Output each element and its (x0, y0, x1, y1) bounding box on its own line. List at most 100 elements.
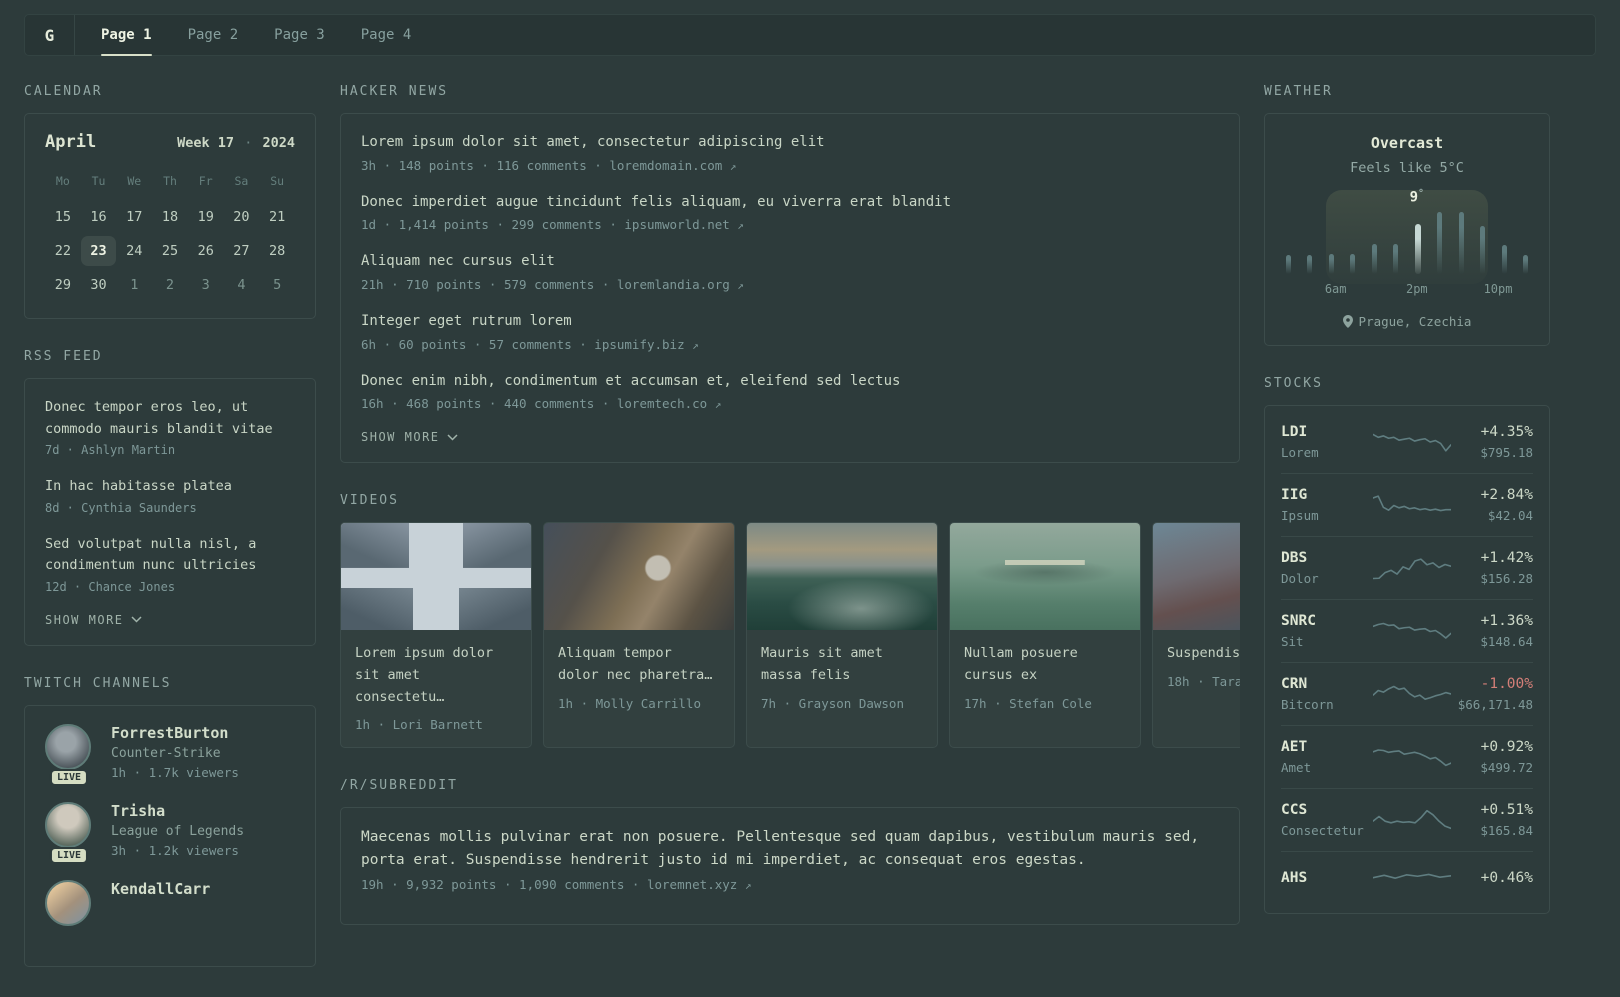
weather-condition: Overcast (1370, 134, 1444, 152)
twitch-channel-info: KendallCarr (111, 880, 210, 926)
hn-item-domain-link[interactable]: loremdomain.com ↗ (609, 158, 736, 173)
twitch-section-title: TWITCH CHANNELS (24, 675, 172, 691)
stocks-card: LDI Lorem +4.35% $795.18 IIG Ipsum +2.84% $4… (1264, 405, 1550, 914)
video-card[interactable]: Lorem ipsum dolor sit amet consectetu… 1… (340, 522, 532, 749)
twitch-channel-row[interactable]: KendallCarr (45, 879, 295, 926)
hn-item-title[interactable]: Integer eget rutrum lorem (361, 311, 1219, 333)
stock-ticker: SNRC (1281, 613, 1316, 629)
video-row: Lorem ipsum dolor sit amet consectetu… 1… (340, 522, 1240, 749)
video-title[interactable]: Aliquam tempor dolor nec pharetra… (558, 643, 720, 686)
video-title[interactable]: Suspendisse diam (1167, 643, 1240, 665)
calendar-week-number: Week 17 (177, 135, 235, 151)
chevron-down-icon (447, 434, 458, 441)
calendar-day-next-month: 5 (273, 277, 282, 293)
external-link-icon: ↗ (692, 338, 699, 352)
video-card[interactable]: Aliquam tempor dolor nec pharetra… 1h · … (543, 522, 735, 749)
video-title[interactable]: Lorem ipsum dolor sit amet consectetu… (355, 643, 517, 708)
twitch-channel-name[interactable]: Trisha (111, 802, 244, 820)
rss-item-title[interactable]: Sed volutpat nulla nisl, a condimentum n… (45, 534, 295, 577)
stock-change: +2.84% (1480, 487, 1533, 503)
stock-change: +1.36% (1480, 613, 1533, 629)
tab-page-4[interactable]: Page 4 (361, 15, 412, 55)
tab-page-1[interactable]: Page 1 (101, 15, 152, 56)
twitch-channel-name[interactable]: KendallCarr (111, 880, 210, 898)
app-logo[interactable]: G (25, 15, 75, 55)
rss-item-title[interactable]: Donec tempor eros leo, ut commodo mauris… (45, 397, 295, 440)
video-card[interactable]: Nullam posuere cursus ex 17h · Stefan Co… (949, 522, 1141, 749)
weather-bar (1393, 244, 1399, 274)
external-link-icon: ↗ (744, 878, 752, 892)
calendar-section-title: CALENDAR (24, 84, 103, 99)
hn-item-meta: 6h · 60 points · 57 comments · ipsumify.… (361, 336, 699, 352)
hn-item-title[interactable]: Donec enim nibh, condimentum et accumsan… (361, 371, 1219, 393)
calendar-day: 15 (54, 209, 71, 225)
middle-column: HACKER NEWS Lorem ipsum dolor sit amet, … (340, 84, 1240, 955)
external-link-icon: ↗ (737, 279, 744, 293)
stock-row[interactable]: DBS Dolor +1.42% $156.28 (1281, 536, 1533, 599)
stock-ticker: CRN (1281, 676, 1308, 692)
hn-item: Aliquam nec cursus elit 21h · 710 points… (361, 251, 1219, 292)
stock-ticker: CCS (1281, 802, 1308, 818)
twitch-avatar-wrap (45, 879, 93, 926)
stock-row[interactable]: AET Amet +0.92% $499.72 (1281, 725, 1533, 788)
stock-row[interactable]: CRN Bitcorn -1.00% $66,171.48 (1281, 662, 1533, 725)
stock-row[interactable]: CCS Consectetur +0.51% $165.84 (1281, 788, 1533, 851)
calendar-card: April Week 17 · 2024 Mo Tu We Th Fr Sa S… (24, 113, 316, 319)
stock-row[interactable]: IIG Ipsum +2.84% $42.04 (1281, 473, 1533, 536)
twitch-channel-row[interactable]: LIVE Trisha League of Legends 3h · 1.2k … (45, 801, 295, 864)
stock-name: Ipsum (1281, 508, 1319, 523)
weather-bar (1286, 255, 1291, 274)
stock-ticker: AET (1281, 739, 1308, 755)
reddit-post: Maecenas mollis pulvinar erat non posuer… (361, 826, 1219, 891)
calendar-day: 30 (90, 277, 107, 293)
video-meta: 18h · Tara (1167, 674, 1240, 690)
video-card[interactable]: Mauris sit amet massa felis 7h · Grayson… (746, 522, 938, 749)
stock-sparkline (1373, 616, 1451, 646)
hn-item-domain-link[interactable]: loremtech.co ↗ (617, 396, 721, 411)
stock-ticker: DBS (1281, 550, 1308, 566)
rss-card: Donec tempor eros leo, ut commodo mauris… (24, 378, 316, 646)
weekday-label: Tu (91, 174, 106, 188)
twitch-channel-name[interactable]: ForrestBurton (111, 724, 239, 742)
stock-change: +4.35% (1480, 424, 1533, 440)
hn-show-more-button[interactable]: SHOW MORE (361, 430, 1219, 444)
hn-item: Integer eget rutrum lorem 6h · 60 points… (361, 311, 1219, 352)
subreddit-section: /R/SUBREDDIT Maecenas mollis pulvinar er… (340, 778, 1240, 925)
calendar-day-selected: 23 (80, 236, 117, 266)
rss-item-title[interactable]: In hac habitasse platea (45, 476, 295, 498)
stock-row[interactable]: SNRC Sit +1.36% $148.64 (1281, 599, 1533, 662)
rss-item: In hac habitasse platea 8d · Cynthia Sau… (45, 476, 295, 515)
reddit-post-domain-link[interactable]: loremnet.xyz ↗ (647, 877, 751, 892)
rss-section-title: RSS FEED (24, 349, 103, 364)
hn-item-title[interactable]: Aliquam nec cursus elit (361, 251, 1219, 273)
twitch-channel-row[interactable]: LIVE ForrestBurton Counter-Strike 1h · 1… (45, 723, 295, 786)
weather-section-title: WEATHER (1264, 84, 1333, 99)
calendar-day: 25 (161, 243, 179, 259)
hn-item-title[interactable]: Donec imperdiet augue tincidunt felis al… (361, 192, 1219, 214)
hn-item-title[interactable]: Lorem ipsum dolor sit amet, consectetur … (361, 132, 1219, 154)
weather-bar (1480, 226, 1486, 274)
hn-item-domain-link[interactable]: ipsumworld.net ↗ (624, 217, 744, 232)
stock-price: $165.84 (1480, 823, 1533, 838)
chevron-down-icon (131, 616, 142, 624)
stocks-section: STOCKS LDI Lorem +4.35% $795.18 IIG Ipsum +… (1264, 376, 1550, 914)
subreddit-card: Maecenas mollis pulvinar erat non posuer… (340, 807, 1240, 925)
stock-row[interactable]: AHS +0.46% (1281, 851, 1533, 908)
rss-show-more-button[interactable]: SHOW MORE (45, 613, 295, 627)
video-title[interactable]: Nullam posuere cursus ex (964, 643, 1126, 686)
hn-item-domain-link[interactable]: loremlandia.org ↗ (617, 277, 744, 292)
tab-page-2[interactable]: Page 2 (188, 15, 239, 55)
hn-item: Donec enim nibh, condimentum et accumsan… (361, 371, 1219, 412)
left-column: CALENDAR April Week 17 · 2024 Mo Tu We T… (24, 84, 316, 997)
video-thumbnail (950, 523, 1140, 631)
reddit-post-title[interactable]: Maecenas mollis pulvinar erat non posuer… (361, 826, 1219, 872)
weather-location-label: Prague, Czechia (1358, 314, 1472, 329)
stock-row[interactable]: LDI Lorem +4.35% $795.18 (1281, 411, 1533, 473)
weekday-label: We (127, 174, 142, 188)
video-title[interactable]: Mauris sit amet massa felis (761, 643, 923, 686)
external-link-icon: ↗ (714, 398, 722, 412)
tab-page-3[interactable]: Page 3 (274, 15, 325, 55)
video-thumbnail (341, 523, 531, 631)
video-card[interactable]: Suspendisse diam 18h · Tara (1152, 522, 1240, 749)
hn-item-domain-link[interactable]: ipsumify.biz ↗ (594, 337, 698, 352)
